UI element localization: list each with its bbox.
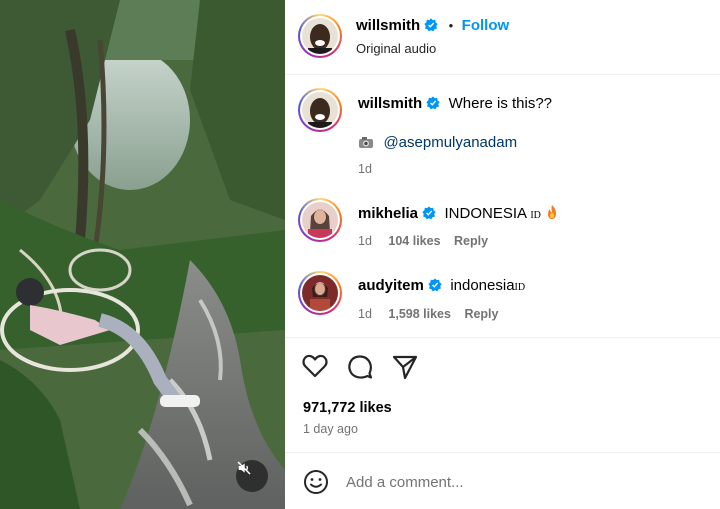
comment-button[interactable] xyxy=(347,354,373,385)
comment-item: mikhelia INDONESIA ID xyxy=(358,204,559,225)
avatar-image xyxy=(302,18,338,54)
comment-item: audyitem indonesiaID xyxy=(358,277,525,297)
camera-emoji-icon xyxy=(358,135,374,154)
share-button[interactable] xyxy=(392,354,418,385)
comment-likes[interactable]: 1,598 likes xyxy=(388,307,451,321)
verified-badge-icon xyxy=(424,18,438,37)
caption-time[interactable]: 1d xyxy=(358,162,372,176)
post-header: willsmith • Follow Original audio xyxy=(285,0,720,75)
caption: willsmith Where is this?? xyxy=(358,95,552,115)
flag-code: ID xyxy=(530,210,541,221)
follow-button[interactable]: Follow xyxy=(462,17,510,34)
post-panel: willsmith • Follow Original audio willsm… xyxy=(285,0,720,509)
author-username[interactable]: willsmith xyxy=(356,17,420,34)
reply-button[interactable]: Reply xyxy=(464,307,498,321)
avatar-image xyxy=(302,92,338,128)
reply-button[interactable]: Reply xyxy=(454,234,488,248)
comment-time[interactable]: 1d xyxy=(358,234,372,248)
post-timestamp[interactable]: 1 day ago xyxy=(303,422,358,436)
post-actions: 971,772 likes 1 day ago xyxy=(285,337,720,452)
caption-text: Where is this?? xyxy=(448,95,553,112)
fire-icon xyxy=(545,204,559,225)
verified-badge-icon xyxy=(426,96,440,115)
comment-bubble-icon xyxy=(348,355,373,379)
audio-label[interactable]: Original audio xyxy=(356,41,436,56)
comment-likes[interactable]: 104 likes xyxy=(388,234,440,248)
comment-input[interactable] xyxy=(346,470,696,494)
video-frame xyxy=(0,0,285,509)
speaker-muted-icon xyxy=(237,461,251,475)
like-button[interactable] xyxy=(302,354,328,383)
verified-badge-icon xyxy=(428,278,442,297)
mention-link[interactable]: @asepmulyanadam xyxy=(383,134,517,151)
caption-avatar[interactable] xyxy=(298,88,342,132)
send-icon xyxy=(392,355,418,380)
likes-count[interactable]: 971,772 likes xyxy=(303,400,392,416)
heart-icon xyxy=(302,354,328,378)
comment-time[interactable]: 1d xyxy=(358,307,372,321)
emoji-button[interactable] xyxy=(303,469,329,500)
comment-text: INDONESIA xyxy=(444,205,531,222)
comment-avatar[interactable] xyxy=(298,198,342,242)
avatar-image xyxy=(302,275,338,311)
header-separator: • xyxy=(448,18,454,33)
verified-badge-icon xyxy=(422,206,436,225)
comment-avatar[interactable] xyxy=(298,271,342,315)
video-player[interactable] xyxy=(0,0,285,509)
comment-composer xyxy=(285,452,720,509)
comment-username[interactable]: mikhelia xyxy=(358,205,418,222)
comment-username[interactable]: audyitem xyxy=(358,277,424,294)
flag-code: ID xyxy=(514,282,526,293)
avatar-image xyxy=(302,202,338,238)
smiley-icon xyxy=(304,470,328,494)
mute-button[interactable] xyxy=(236,460,268,492)
author-avatar[interactable] xyxy=(298,14,342,58)
comment-text: indonesia xyxy=(450,277,515,294)
caption-username[interactable]: willsmith xyxy=(358,95,422,112)
